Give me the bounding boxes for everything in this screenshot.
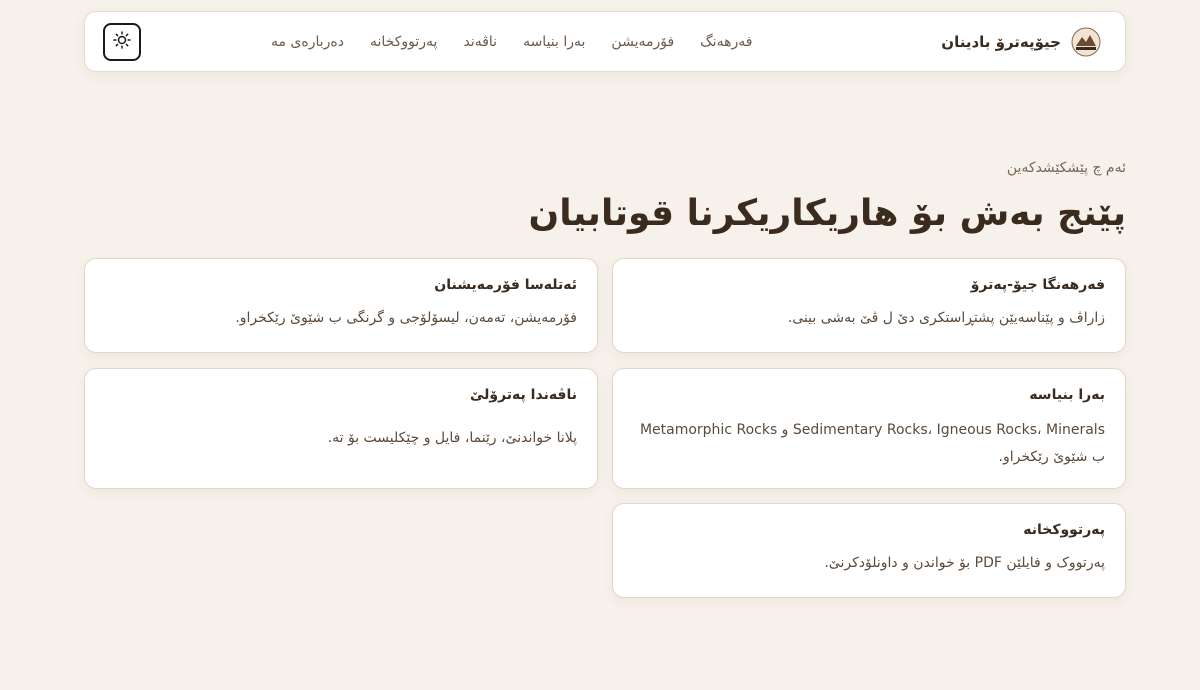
nav-link-about[interactable]: دەربارەی مە bbox=[271, 34, 344, 50]
sun-icon bbox=[113, 31, 131, 52]
card-description: زاراڤ و پێناسەیێن پشتڕاستکری دێ ل ڤێ بەش… bbox=[787, 310, 1105, 326]
card-description: فۆرمەیشن، تەمەن، لیسۆلۆجی و گرنگی ب شێوێ… bbox=[235, 310, 577, 326]
card-title: فەرهەنگا جیۆ-پەترۆ bbox=[970, 277, 1105, 293]
navbar: جیۆپەترۆ بادینان فەرهەنگ فۆرمەیشن بەرا ب… bbox=[84, 11, 1126, 72]
theme-toggle-button[interactable] bbox=[103, 22, 141, 61]
brand-name: جیۆپەترۆ بادینان bbox=[941, 32, 1061, 51]
brand[interactable]: جیۆپەترۆ بادینان bbox=[941, 27, 1101, 57]
section-title: پێنج بەش بۆ هاریکاریکرنا قوتابیان bbox=[528, 193, 1126, 234]
card-petroleum-center[interactable]: ناڤەندا پەترۆلێ پلانا خواندنێ، رێنما، فا… bbox=[84, 368, 598, 489]
card-description: پلانا خواندنێ، رێنما، فایل و چێکلیست بۆ … bbox=[327, 430, 577, 446]
card-library[interactable]: پەرتووکخانە پەرتووک و فایلێن PDF بۆ خوان… bbox=[612, 503, 1126, 598]
section-eyebrow: ئەم چ پێشکێشدکەین bbox=[1006, 160, 1126, 176]
card-description: Sedimentary Rocks، Igneous Rocks، Minera… bbox=[639, 422, 1105, 465]
card-rocks[interactable]: بەرا بنیاسە Sedimentary Rocks، Igneous R… bbox=[612, 368, 1126, 489]
nav-links: فەرهەنگ فۆرمەیشن بەرا بنیاسە ناڤەند پەرت… bbox=[271, 34, 752, 50]
nav-link-dictionary[interactable]: فەرهەنگ bbox=[700, 34, 752, 50]
nav-link-rocks[interactable]: بەرا بنیاسە bbox=[523, 34, 585, 50]
card-title: پەرتووکخانە bbox=[1023, 522, 1105, 538]
card-dictionary[interactable]: فەرهەنگا جیۆ-پەترۆ زاراڤ و پێناسەیێن پشت… bbox=[612, 258, 1126, 353]
nav-link-library[interactable]: پەرتووکخانە bbox=[370, 34, 437, 50]
card-title: ناڤەندا پەترۆلێ bbox=[469, 387, 577, 403]
card-description: پەرتووک و فایلێن PDF بۆ خواندن و داونلۆد… bbox=[824, 555, 1105, 571]
card-title: بەرا بنیاسە bbox=[1029, 387, 1105, 403]
nav-link-center[interactable]: ناڤەند bbox=[463, 34, 497, 50]
nav-link-formations[interactable]: فۆرمەیشن bbox=[611, 34, 674, 50]
card-title: ئەتلەسا فۆرمەیشنان bbox=[434, 277, 577, 293]
geopetro-logo-icon bbox=[1071, 27, 1101, 57]
card-formations-atlas[interactable]: ئەتلەسا فۆرمەیشنان فۆرمەیشن، تەمەن، لیسۆ… bbox=[84, 258, 598, 353]
